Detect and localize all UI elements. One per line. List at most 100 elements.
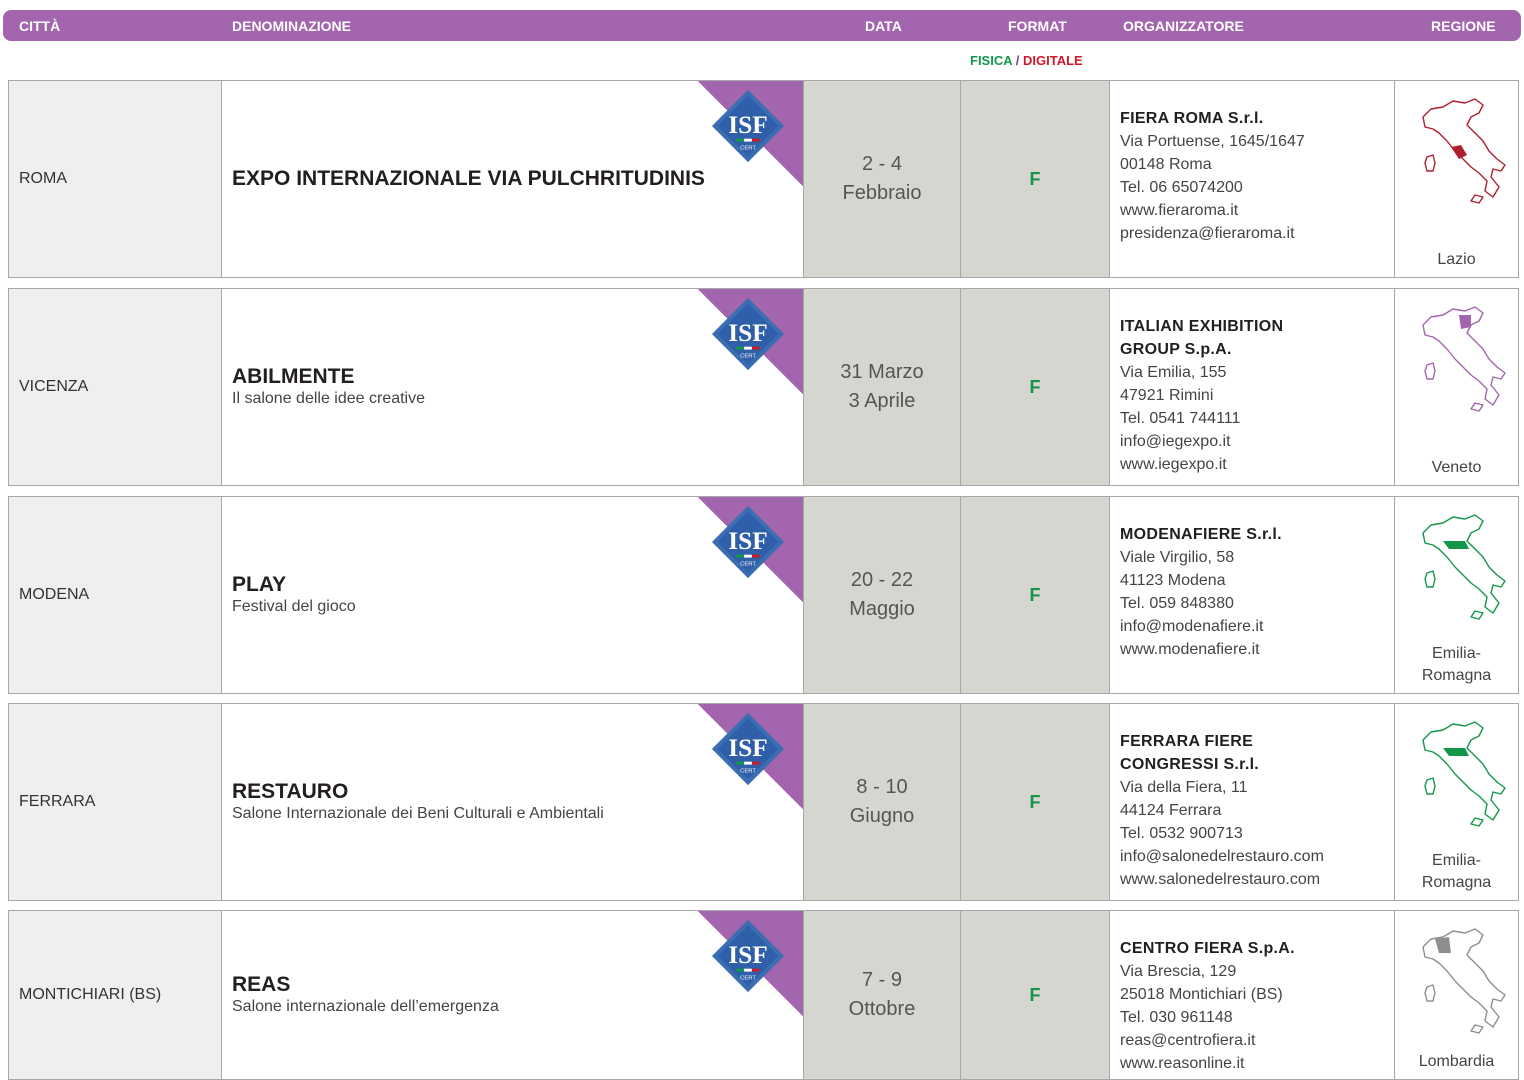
date-range: 8 - 10 [856,776,908,798]
format-legend: FISICA / DIGITALE [970,53,1083,68]
date-month: Ottobre [848,998,916,1020]
organizer-name: CENTRO FIERA S.p.A. [1120,940,1295,957]
organizer-cell: MODENAFIERE S.r.l. Viale Virgilio, 58 411… [1110,497,1395,693]
header-organizzatore: ORGANIZZATORE [1123,18,1244,34]
organizer-line: Tel. 06 65074200 [1120,179,1243,196]
region-name: Veneto [1431,459,1482,476]
city-cell: VICENZA [9,289,222,485]
svg-text:CERT: CERT [740,768,756,774]
format-badge: F [1029,584,1041,605]
svg-text:CERT: CERT [740,975,756,981]
header-denominazione: DENOMINAZIONE [232,18,351,34]
organizer-line: Viale Virgilio, 58 [1120,549,1235,566]
svg-text:ISF: ISF [728,734,767,762]
city-name: VICENZA [19,378,89,395]
region-cell: Emilia-Romagna [1395,497,1518,693]
region-name: Lombardia [1418,1053,1495,1070]
header-regione: REGIONE [1431,18,1496,34]
region-cell: Lazio [1395,81,1518,277]
region-name: Lazio [1437,251,1476,268]
organizer-name: MODENAFIERE S.r.l. [1120,526,1282,543]
date-range: 20 - 22 [850,569,914,591]
isf-cert-icon: ISF CERT [711,297,785,371]
city-name: MONTICHIARI (BS) [19,986,162,1003]
organizer-line: Tel. 059 848380 [1120,595,1234,612]
organizer-cell: FIERA ROMA S.r.l. Via Portuense, 1645/16… [1110,81,1395,277]
italy-map-icon [1422,928,1506,1034]
format-badge: F [1029,168,1041,189]
date-month: Febbraio [842,182,922,204]
format-cell: F [961,81,1110,277]
event-cell: ISF CERT PLAY Festival del gioco [222,497,804,693]
format-badge: F [1029,376,1041,397]
table-row: ROMA ISF CERT EXPO INTERNAZIONALE VIA PU… [8,80,1519,278]
organizer-name-2: GROUP S.p.A. [1120,341,1232,358]
date-month: 3 Aprile [848,390,916,412]
date-cell: 8 - 10 Giugno [804,704,961,900]
format-cell: F [961,911,1110,1079]
organizer-line: www.modenafiere.it [1120,641,1260,658]
format-cell: F [961,704,1110,900]
table-row: FERRARA ISF CERT RESTAURO Salone Interna… [8,703,1519,901]
region-name: Emilia-Romagna [1421,852,1492,891]
table-row: MODENA ISF CERT PLAY Festival del gioco … [8,496,1519,694]
city-name: MODENA [19,586,90,603]
organizer-line: Via della Fiera, 11 [1120,779,1248,796]
format-badge: F [1029,791,1041,812]
svg-text:CERT: CERT [740,561,756,567]
isf-cert-icon: ISF CERT [711,505,785,579]
region-name: Emilia-Romagna [1421,645,1492,684]
organizer-cell: CENTRO FIERA S.p.A. Via Brescia, 129 2501… [1110,911,1395,1079]
format-cell: F [961,497,1110,693]
city-cell: MODENA [9,497,222,693]
date-cell: 20 - 22 Maggio [804,497,961,693]
legend-separator: / [1015,53,1020,68]
organizer-line: Via Brescia, 129 [1120,963,1237,980]
organizer-line: info@iegexpo.it [1120,433,1231,450]
organizer-line: www.iegexpo.it [1120,456,1227,473]
organizer-line: reas@centrofiera.it [1120,1032,1256,1049]
city-name: FERRARA [19,793,96,810]
event-cell: ISF CERT ABILMENTE Il salone delle idee … [222,289,804,485]
date-range: 2 - 4 [861,153,903,175]
organizer-line: www.salonedelrestauro.com [1120,871,1321,888]
organizer-cell: ITALIAN EXHIBITION GROUP S.p.A. Via Emil… [1110,289,1395,485]
date-cell: 31 Marzo 3 Aprile [804,289,961,485]
city-cell: MONTICHIARI (BS) [9,911,222,1079]
event-cell: ISF CERT EXPO INTERNAZIONALE VIA PULCHRI… [222,81,804,277]
legend-fisica: FISICA [970,53,1013,68]
svg-text:ISF: ISF [728,941,767,969]
event-cell: ISF CERT RESTAURO Salone Internazionale … [222,704,804,900]
organizer-line: 44124 Ferrara [1120,802,1222,819]
format-cell: F [961,289,1110,485]
organizer-name-2: CONGRESSI S.r.l. [1120,756,1260,773]
organizer-details: Via Portuense, 1645/1647 00148 Roma Tel. 0… [1120,130,1394,245]
italy-map-icon [1422,721,1506,827]
organizer-details: Via della Fiera, 11 44124 Ferrara Tel. 053… [1120,776,1394,891]
organizer-line: 47921 Rimini [1120,387,1214,404]
organizer-name: ITALIAN EXHIBITION [1120,318,1284,335]
legend-digitale: DIGITALE [1023,53,1083,68]
date-cell: 2 - 4 Febbraio [804,81,961,277]
region-cell: Lombardia [1395,911,1518,1079]
city-name: ROMA [19,170,67,187]
region-cell: Emilia-Romagna [1395,704,1518,900]
table-header: CITTÀ DENOMINAZIONE DATA FORMAT ORGANIZZ… [3,10,1521,41]
date-month: Maggio [849,598,915,620]
organizer-details: Via Emilia, 155 47921 Rimini Tel. 0541 744… [1120,361,1394,476]
organizer-details: Via Brescia, 129 25018 Montichiari (BS) Te… [1120,960,1394,1075]
date-month: Giugno [849,805,915,827]
italy-map-icon [1422,306,1506,412]
svg-text:ISF: ISF [728,111,767,139]
table-row: VICENZA ISF CERT ABILMENTE Il salone del… [8,288,1519,486]
svg-text:CERT: CERT [740,145,756,151]
organizer-details: Viale Virgilio, 58 41123 Modena Tel. 059 8… [1120,546,1394,661]
isf-cert-icon: ISF CERT [711,712,785,786]
organizer-name: FERRARA FIERE [1120,733,1254,750]
italy-map-icon [1422,98,1506,204]
organizer-line: 25018 Montichiari (BS) [1120,986,1283,1003]
table-row: MONTICHIARI (BS) ISF CERT REAS Salone in… [8,910,1519,1080]
organizer-line: info@salonedelrestauro.com [1120,848,1324,865]
organizer-line: Tel. 0532 900713 [1120,825,1243,842]
city-cell: FERRARA [9,704,222,900]
